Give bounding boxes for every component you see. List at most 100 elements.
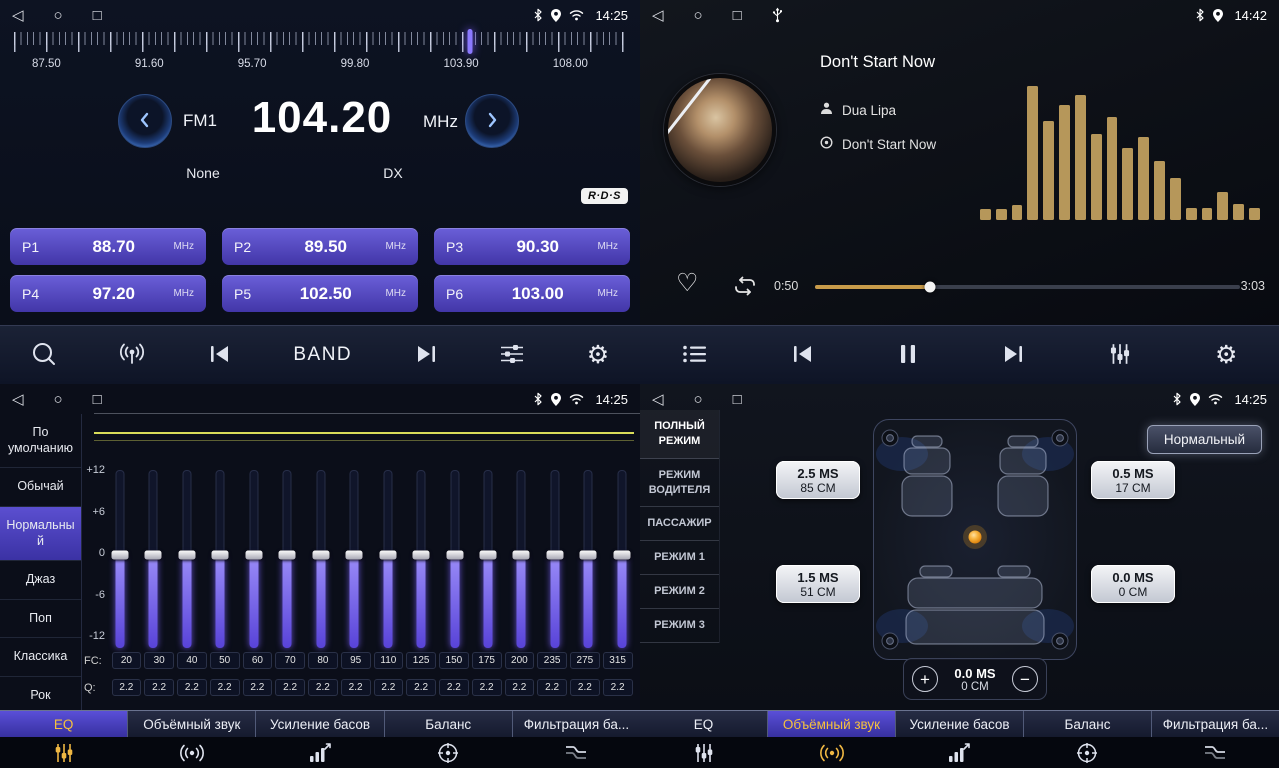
filter-tab-icon[interactable]: [512, 743, 640, 763]
delay-rear-left[interactable]: 1.5 MS 51 CM: [776, 565, 860, 603]
favorite-button[interactable]: ♡: [676, 271, 698, 296]
eq-band-slider[interactable]: [612, 470, 632, 648]
slider-handle[interactable]: [546, 551, 563, 560]
eq-band-slider[interactable]: [478, 470, 498, 648]
eq-band-slider[interactable]: [311, 470, 331, 648]
surround-tab-icon[interactable]: [128, 743, 256, 763]
back-icon[interactable]: ◁: [652, 8, 664, 23]
slider-handle[interactable]: [580, 551, 597, 560]
back-icon[interactable]: ◁: [652, 392, 664, 407]
eq-band-slider[interactable]: [445, 470, 465, 648]
bass-boost-tab-icon[interactable]: [896, 742, 1024, 764]
home-icon[interactable]: ○: [694, 392, 703, 407]
eq-band-slider[interactable]: [578, 470, 598, 648]
delay-front-left[interactable]: 2.5 MS 85 CM: [776, 461, 860, 499]
eq-band-slider[interactable]: [210, 470, 230, 648]
surround-mode-item[interactable]: РЕЖИМ 1: [640, 541, 719, 575]
delay-rear-right[interactable]: 0.0 MS 0 CM: [1091, 565, 1175, 603]
surround-preset-button[interactable]: Нормальный: [1147, 425, 1262, 454]
increase-delay-button[interactable]: +: [912, 666, 938, 692]
playlist-button[interactable]: [674, 326, 716, 384]
sound-settings-tab[interactable]: Усиление басов: [896, 711, 1024, 737]
surround-mode-item[interactable]: РЕЖИМ 3: [640, 609, 719, 643]
eq-band-slider[interactable]: [411, 470, 431, 648]
slider-handle[interactable]: [413, 551, 430, 560]
sound-settings-tab[interactable]: Фильтрация ба...: [1152, 711, 1279, 737]
radio-preset-button[interactable]: P5 102.50 MHz: [222, 275, 418, 312]
car-cabin-panel[interactable]: [873, 419, 1077, 660]
recents-icon[interactable]: □: [733, 8, 742, 23]
eq-band-slider[interactable]: [511, 470, 531, 648]
slider-handle[interactable]: [112, 551, 129, 560]
decrease-delay-button[interactable]: −: [1012, 666, 1038, 692]
eq-preset-item[interactable]: Джаз: [0, 561, 81, 600]
next-station-button[interactable]: [406, 326, 446, 384]
slider-handle[interactable]: [513, 551, 530, 560]
home-icon[interactable]: ○: [694, 8, 703, 23]
eq-band-slider[interactable]: [110, 470, 130, 648]
radio-preset-button[interactable]: P4 97.20 MHz: [10, 275, 206, 312]
settings-button[interactable]: ⚙: [579, 326, 617, 384]
slider-handle[interactable]: [346, 551, 363, 560]
eq-band-slider[interactable]: [344, 470, 364, 648]
sound-settings-tab[interactable]: Усиление басов: [256, 711, 384, 737]
slider-handle[interactable]: [446, 551, 463, 560]
home-icon[interactable]: ○: [54, 392, 63, 407]
sound-settings-tab[interactable]: Объёмный звук: [768, 711, 896, 737]
seek-bar[interactable]: [815, 285, 1240, 289]
settings-button[interactable]: ⚙: [1207, 326, 1245, 384]
slider-handle[interactable]: [212, 551, 229, 560]
eq-band-slider[interactable]: [143, 470, 163, 648]
radio-preset-button[interactable]: P2 89.50 MHz: [222, 228, 418, 265]
surround-mode-item[interactable]: ПОЛНЫЙ РЕЖИМ: [640, 410, 719, 459]
surround-mode-item[interactable]: ПАССАЖИР: [640, 507, 719, 541]
scan-button[interactable]: [23, 326, 65, 384]
eq-preset-item[interactable]: Поп: [0, 600, 81, 639]
radio-preset-button[interactable]: P3 90.30 MHz: [434, 228, 630, 265]
surround-mode-item[interactable]: РЕЖИМ ВОДИТЕЛЯ: [640, 459, 719, 508]
slider-handle[interactable]: [279, 551, 296, 560]
recents-icon[interactable]: □: [93, 392, 102, 407]
eq-preset-item[interactable]: Нормальный: [0, 507, 81, 561]
filter-tab-icon[interactable]: [1151, 743, 1279, 763]
eq-tab-icon[interactable]: [0, 742, 128, 764]
recents-icon[interactable]: □: [733, 392, 742, 407]
slider-handle[interactable]: [178, 551, 195, 560]
surround-tab-icon[interactable]: [768, 743, 896, 763]
surround-mode-item[interactable]: РЕЖИМ 2: [640, 575, 719, 609]
eq-preset-item[interactable]: Обычай: [0, 468, 81, 507]
radio-preset-button[interactable]: P1 88.70 MHz: [10, 228, 206, 265]
sound-settings-tab[interactable]: EQ: [640, 711, 768, 737]
eq-tab-icon[interactable]: [640, 742, 768, 764]
slider-handle[interactable]: [479, 551, 496, 560]
tune-down-button[interactable]: [118, 94, 172, 148]
eq-band-slider[interactable]: [277, 470, 297, 648]
slider-handle[interactable]: [312, 551, 329, 560]
back-icon[interactable]: ◁: [12, 392, 24, 407]
eq-band-slider[interactable]: [177, 470, 197, 648]
eq-band-slider[interactable]: [378, 470, 398, 648]
sound-settings-tab[interactable]: Баланс: [385, 711, 513, 737]
delay-front-right[interactable]: 0.5 MS 17 CM: [1091, 461, 1175, 499]
prev-station-button[interactable]: [200, 326, 240, 384]
bass-boost-tab-icon[interactable]: [256, 742, 384, 764]
radio-preset-button[interactable]: P6 103.00 MHz: [434, 275, 630, 312]
sound-settings-tab[interactable]: Объёмный звук: [128, 711, 256, 737]
sound-settings-tab[interactable]: Баланс: [1024, 711, 1152, 737]
home-icon[interactable]: ○: [54, 8, 63, 23]
balance-tab-icon[interactable]: [1023, 742, 1151, 764]
slider-handle[interactable]: [613, 551, 630, 560]
prev-track-button[interactable]: [783, 326, 823, 384]
eq-band-slider[interactable]: [244, 470, 264, 648]
sound-settings-tab[interactable]: Фильтрация ба...: [513, 711, 640, 737]
eq-preset-item[interactable]: Классика: [0, 638, 81, 677]
repeat-button[interactable]: [732, 276, 758, 299]
next-track-button[interactable]: [993, 326, 1033, 384]
balance-tab-icon[interactable]: [384, 742, 512, 764]
scale-pointer[interactable]: [468, 29, 473, 54]
slider-handle[interactable]: [379, 551, 396, 560]
frequency-scale[interactable]: 87.50 91.60 95.70 99.80 103.90 108.00: [14, 32, 628, 80]
eq-shortcut-button[interactable]: [1100, 326, 1140, 384]
recents-icon[interactable]: □: [93, 8, 102, 23]
slider-handle[interactable]: [145, 551, 162, 560]
